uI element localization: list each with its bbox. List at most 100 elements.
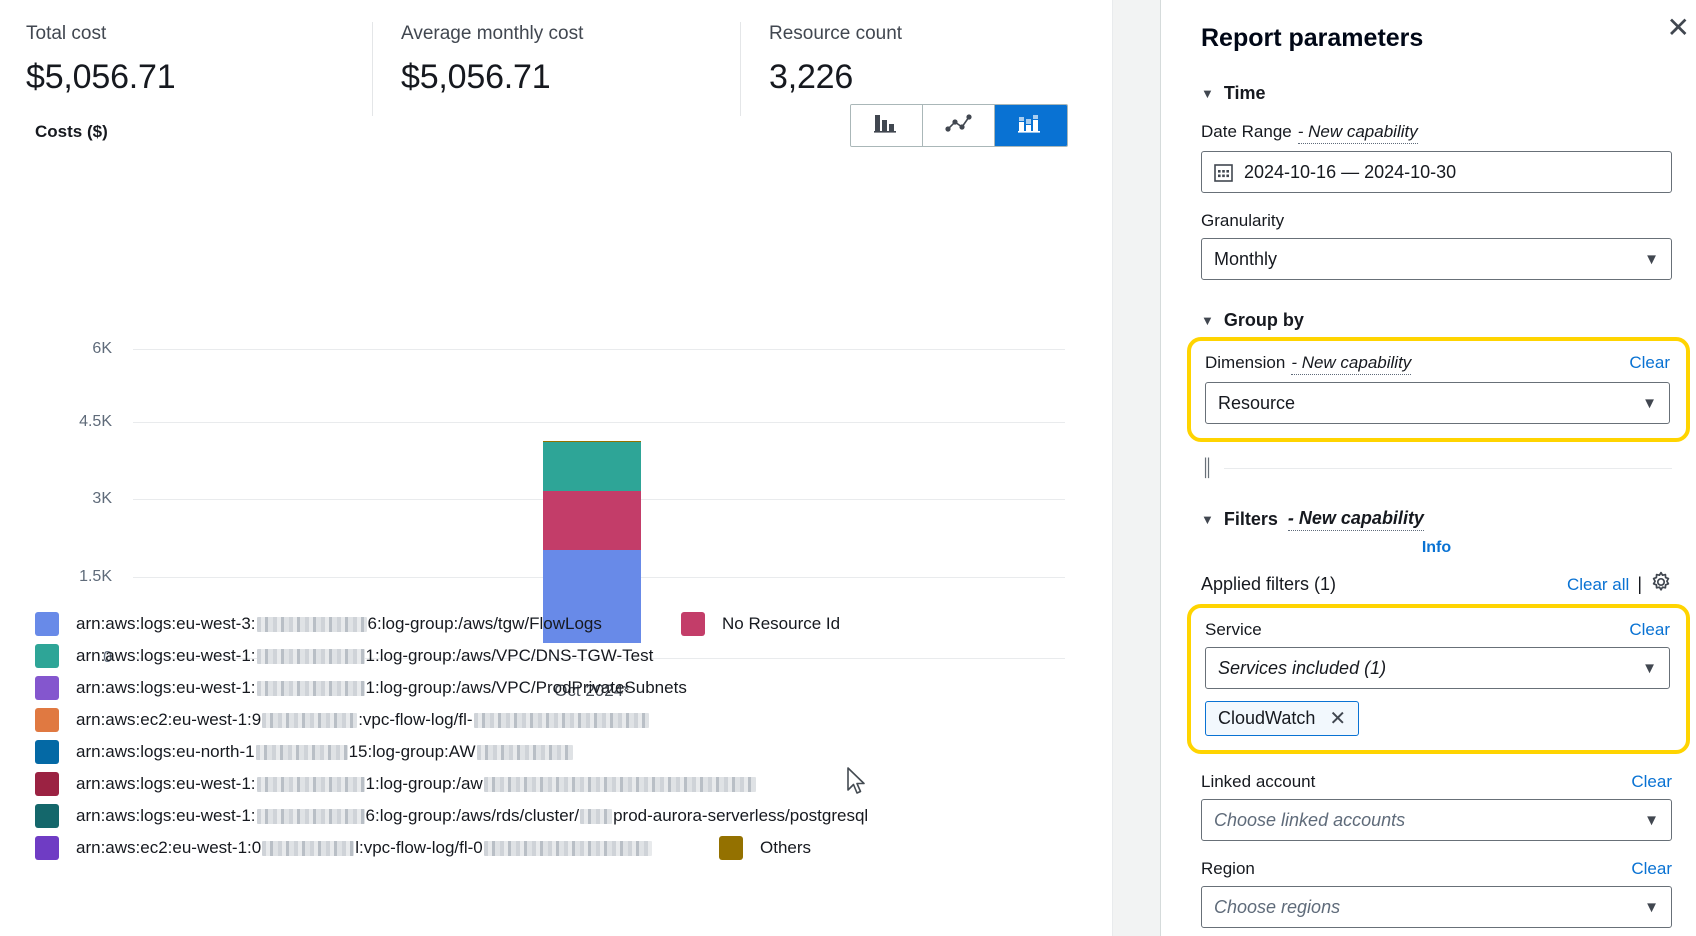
dimension-highlight-box: Dimension - New capability Clear Resourc…	[1187, 337, 1690, 442]
linked-account-clear-link[interactable]: Clear	[1631, 772, 1672, 792]
section-time[interactable]: ▼ Time	[1201, 83, 1672, 104]
bar-chart-icon	[874, 113, 900, 138]
legend-label: Others	[760, 838, 811, 858]
stacked-bar-chart-toggle-button[interactable]	[995, 105, 1067, 146]
section-group-by[interactable]: ▼ Group by	[1201, 310, 1672, 331]
y-axis-tick: 4.5K	[22, 413, 112, 431]
field-label: Dimension	[1205, 353, 1285, 373]
main-content: Total cost $5,056.71 Average monthly cos…	[0, 0, 1113, 936]
token-label: CloudWatch	[1218, 708, 1315, 729]
legend-swatch	[35, 804, 59, 828]
field-label: Granularity	[1201, 211, 1284, 231]
section-filters[interactable]: ▼ Filters - New capability	[1201, 508, 1672, 531]
close-icon[interactable]: ✕	[1667, 14, 1690, 42]
chart-legend: arn:aws:logs:eu-west-3:6:log-group:/aws/…	[35, 612, 1075, 837]
legend-swatch	[35, 740, 59, 764]
legend-swatch	[35, 644, 59, 668]
stacked-bar-chart-icon	[1018, 113, 1044, 138]
date-range-input[interactable]: 2024-10-16 — 2024-10-30	[1201, 151, 1672, 193]
legend-item[interactable]: arn:aws:logs:eu-west-1:1:log-group:/aws/…	[35, 676, 687, 700]
applied-filters-count: Applied filters (1)	[1201, 574, 1336, 595]
line-chart-toggle-button[interactable]	[923, 105, 995, 146]
drag-handle-icon[interactable]: ║	[1201, 458, 1214, 478]
service-select[interactable]: Services included (1) ▼	[1205, 647, 1670, 689]
kpi-value: 3,226	[769, 57, 1050, 97]
dimension-label-row: Dimension - New capability Clear	[1205, 353, 1670, 375]
applied-filters-row: Applied filters (1) Clear all |	[1201, 571, 1672, 598]
kpi-average-monthly-cost: Average monthly cost $5,056.71	[372, 22, 740, 116]
legend-label: arn:aws:logs:eu-west-1:1:log-group:/aw	[76, 774, 757, 794]
granularity-label-row: Granularity	[1201, 211, 1672, 231]
y-axis-tick: 3K	[22, 490, 112, 508]
legend-item[interactable]: arn:aws:logs:eu-west-3:6:log-group:/aws/…	[35, 612, 602, 636]
kpi-label: Average monthly cost	[401, 22, 710, 46]
kpi-resource-count: Resource count 3,226	[740, 22, 1080, 116]
service-label-row: Service Clear	[1205, 620, 1670, 640]
gridline	[133, 349, 1065, 350]
bar-segment-no-resource-id[interactable]	[543, 491, 641, 550]
legend-swatch	[35, 676, 59, 700]
legend-item[interactable]: arn:aws:logs:eu-west-1:1:log-group:/aws/…	[35, 644, 653, 668]
panel-divider-row: ║	[1201, 458, 1672, 478]
granularity-select[interactable]: Monthly ▼	[1201, 238, 1672, 280]
divider	[1224, 468, 1672, 469]
chart-type-toggle[interactable]	[850, 104, 1068, 147]
legend-label: arn:aws:logs:eu-west-3:6:log-group:/aws/…	[76, 614, 602, 634]
legend-item[interactable]: arn:aws:logs:eu-west-1:1:log-group:/aw	[35, 772, 757, 796]
info-link[interactable]: Info	[1201, 539, 1672, 557]
legend-item-no-resource-id[interactable]: No Resource Id	[681, 612, 840, 636]
new-capability-badge: - New capability	[1298, 122, 1418, 144]
legend-label: arn:aws:ec2:eu-west-1:0l:vpc-flow-log/fl…	[76, 838, 653, 858]
bar-segment-dns-tgw-test[interactable]	[543, 442, 641, 491]
section-label: Group by	[1224, 310, 1304, 331]
legend-item[interactable]: arn:aws:ec2:eu-west-1:9:vpc-flow-log/fl-	[35, 708, 650, 732]
legend-label: arn:aws:ec2:eu-west-1:9:vpc-flow-log/fl-	[76, 710, 650, 730]
legend-swatch	[719, 836, 743, 860]
new-capability-badge: - New capability	[1288, 508, 1424, 531]
region-select[interactable]: Choose regions ▼	[1201, 886, 1672, 928]
chevron-down-icon: ▼	[1642, 395, 1657, 412]
legend-swatch	[35, 772, 59, 796]
y-axis-tick: 6K	[22, 340, 112, 358]
service-clear-link[interactable]: Clear	[1629, 620, 1670, 640]
legend-item[interactable]: arn:aws:logs:eu-west-1:6:log-group:/aws/…	[35, 804, 868, 828]
remove-token-icon[interactable]: ✕	[1329, 709, 1346, 729]
dimension-clear-link[interactable]: Clear	[1629, 353, 1670, 373]
date-range-value: 2024-10-16 — 2024-10-30	[1244, 162, 1659, 183]
service-filter-highlight-box: Service Clear Services included (1) ▼ Cl…	[1187, 604, 1690, 754]
kpi-value: $5,056.71	[26, 57, 342, 97]
region-label-row: Region Clear	[1201, 859, 1672, 879]
line-chart-icon	[945, 113, 973, 138]
legend-item[interactable]: arn:aws:logs:eu-north-115:log-group:AW	[35, 740, 574, 764]
dimension-value: Resource	[1218, 393, 1642, 414]
service-token-cloudwatch[interactable]: CloudWatch ✕	[1205, 701, 1359, 736]
granularity-value: Monthly	[1214, 249, 1644, 270]
clear-all-link[interactable]: Clear all	[1567, 575, 1629, 595]
field-label: Date Range	[1201, 122, 1292, 142]
separator: |	[1637, 574, 1642, 595]
chevron-down-icon: ▼	[1642, 660, 1657, 677]
field-label: Linked account	[1201, 772, 1315, 792]
report-parameters-panel: ✕ Report parameters ▼ Time Date Range - …	[1161, 0, 1696, 936]
chevron-down-icon: ▼	[1644, 812, 1659, 829]
kpi-value: $5,056.71	[401, 57, 710, 97]
legend-item-others[interactable]: Others	[719, 836, 811, 860]
gear-icon[interactable]	[1650, 571, 1672, 598]
legend-swatch	[35, 612, 59, 636]
field-label: Region	[1201, 859, 1255, 879]
legend-label: arn:aws:logs:eu-north-115:log-group:AW	[76, 742, 574, 762]
gridline	[133, 422, 1065, 423]
chevron-down-icon: ▼	[1201, 512, 1214, 527]
linked-account-select[interactable]: Choose linked accounts ▼	[1201, 799, 1672, 841]
chevron-down-icon: ▼	[1644, 899, 1659, 916]
legend-swatch	[35, 708, 59, 732]
bar-chart-toggle-button[interactable]	[851, 105, 923, 146]
kpi-label: Resource count	[769, 22, 1050, 46]
legend-item[interactable]: arn:aws:ec2:eu-west-1:0l:vpc-flow-log/fl…	[35, 836, 653, 860]
linked-account-label-row: Linked account Clear	[1201, 772, 1672, 792]
date-range-label-row: Date Range - New capability	[1201, 122, 1672, 144]
mouse-cursor	[846, 766, 868, 803]
dimension-select[interactable]: Resource ▼	[1205, 382, 1670, 424]
chevron-down-icon: ▼	[1201, 86, 1214, 101]
region-clear-link[interactable]: Clear	[1631, 859, 1672, 879]
